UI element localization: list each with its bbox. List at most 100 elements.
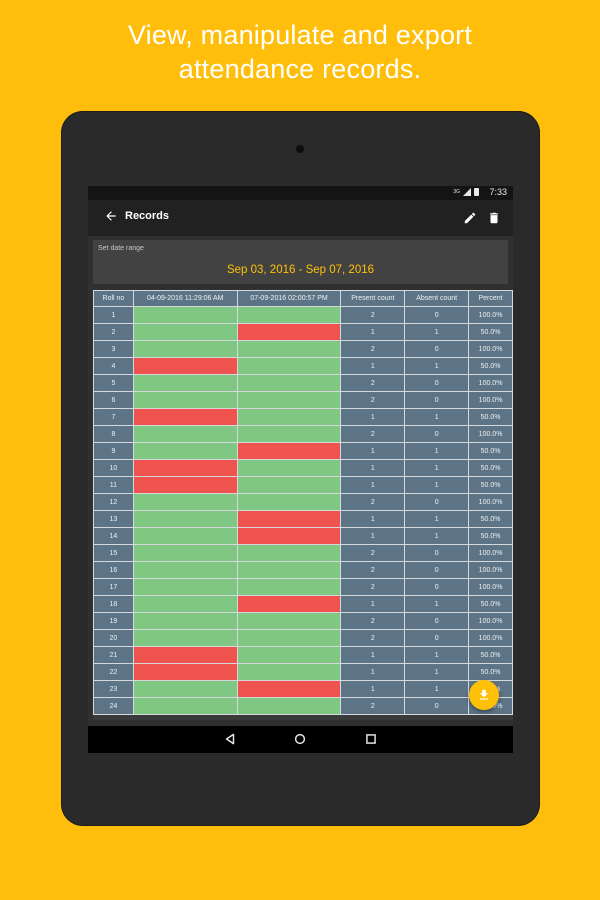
present-count-cell[interactable]: 1 — [340, 510, 406, 528]
session-2-status-cell[interactable] — [236, 425, 342, 443]
present-count-cell[interactable]: 1 — [340, 527, 406, 545]
edit-pencil-icon[interactable] — [463, 210, 477, 224]
present-count-cell[interactable]: 1 — [340, 459, 406, 477]
present-count-cell[interactable]: 1 — [340, 663, 406, 681]
session-2-status-cell[interactable] — [236, 510, 342, 528]
roll-no-cell[interactable]: 2 — [93, 323, 134, 341]
table-row[interactable]: 13 1 1 50.0% — [93, 510, 513, 528]
percent-cell[interactable]: 100.0% — [468, 493, 513, 511]
percent-cell[interactable]: 100.0% — [468, 578, 513, 596]
session-1-status-cell[interactable] — [132, 306, 238, 324]
table-row[interactable]: 14 1 1 50.0% — [93, 527, 513, 545]
roll-no-cell[interactable]: 19 — [93, 612, 134, 630]
back-arrow-icon[interactable] — [102, 209, 120, 227]
roll-no-cell[interactable]: 22 — [93, 663, 134, 681]
table-row[interactable]: 231150.0% — [93, 680, 513, 698]
roll-no-cell[interactable]: 14 — [93, 527, 134, 545]
roll-no-cell[interactable]: 13 — [93, 510, 134, 528]
percent-cell[interactable]: 100.0% — [468, 391, 513, 409]
session-2-status-cell[interactable] — [236, 442, 342, 460]
absent-count-cell[interactable]: 1 — [404, 663, 470, 681]
session-2-status-cell[interactable] — [236, 697, 342, 715]
table-row[interactable]: 7 1 1 50.0% — [93, 408, 513, 426]
session-2-status-cell[interactable] — [236, 612, 342, 630]
absent-count-cell[interactable]: 0 — [404, 306, 470, 324]
absent-count-cell[interactable]: 1 — [404, 459, 470, 477]
roll-no-cell[interactable]: 15 — [93, 544, 134, 562]
percent-cell[interactable]: 50.0% — [468, 510, 513, 528]
session-1-status-cell[interactable] — [132, 510, 238, 528]
absent-count-cell[interactable]: 1 — [404, 408, 470, 426]
table-row[interactable]: 9 1 1 50.0% — [93, 442, 513, 460]
header-absent-count[interactable]: Absent count — [404, 290, 470, 307]
session-2-status-cell[interactable] — [236, 544, 342, 562]
header-session-2[interactable]: 07-09-2016 02:00:57 PM — [236, 290, 342, 307]
absent-count-cell[interactable]: 1 — [404, 595, 470, 613]
session-1-status-cell[interactable] — [132, 323, 238, 341]
absent-count-cell[interactable]: 1 — [404, 442, 470, 460]
session-1-status-cell[interactable] — [132, 561, 238, 579]
nav-recents-square-icon[interactable] — [364, 732, 378, 746]
session-1-status-cell[interactable] — [132, 459, 238, 477]
absent-count-cell[interactable]: 0 — [404, 493, 470, 511]
table-row[interactable]: 15 2 0 100.0% — [93, 544, 513, 562]
delete-trash-icon[interactable] — [487, 210, 501, 224]
attendance-table-container[interactable]: Roll no 04-09-2016 11:29:06 AM 07-09-201… — [93, 290, 513, 720]
present-count-cell[interactable]: 2 — [340, 493, 406, 511]
present-count-cell[interactable]: 2 — [340, 306, 406, 324]
session-2-status-cell[interactable] — [236, 306, 342, 324]
roll-no-cell[interactable]: 24 — [93, 697, 134, 715]
percent-cell[interactable]: 100.0% — [468, 544, 513, 562]
table-row[interactable]: 3 2 0 100.0% — [93, 340, 513, 358]
session-2-status-cell[interactable] — [236, 663, 342, 681]
percent-cell[interactable]: 50.0% — [468, 442, 513, 460]
table-row[interactable]: 4 1 1 50.0% — [93, 357, 513, 375]
present-count-cell[interactable]: 2 — [340, 544, 406, 562]
table-row[interactable]: 11 1 1 50.0% — [93, 476, 513, 494]
roll-no-cell[interactable]: 11 — [93, 476, 134, 494]
absent-count-cell[interactable]: 0 — [404, 578, 470, 596]
table-row[interactable]: 5 2 0 100.0% — [93, 374, 513, 392]
date-range-value[interactable]: Sep 03, 2016 - Sep 07, 2016 — [93, 264, 508, 276]
roll-no-cell[interactable]: 3 — [93, 340, 134, 358]
nav-home-circle-icon[interactable] — [293, 732, 307, 746]
absent-count-cell[interactable]: 0 — [404, 697, 470, 715]
session-1-status-cell[interactable] — [132, 697, 238, 715]
session-1-status-cell[interactable] — [132, 340, 238, 358]
session-2-status-cell[interactable] — [236, 578, 342, 596]
header-roll-no[interactable]: Roll no — [93, 290, 134, 307]
session-2-status-cell[interactable] — [236, 408, 342, 426]
absent-count-cell[interactable]: 0 — [404, 374, 470, 392]
session-2-status-cell[interactable] — [236, 476, 342, 494]
session-2-status-cell[interactable] — [236, 680, 342, 698]
header-percent[interactable]: Percent — [468, 290, 513, 307]
present-count-cell[interactable]: 1 — [340, 595, 406, 613]
present-count-cell[interactable]: 2 — [340, 697, 406, 715]
export-fab[interactable] — [469, 680, 499, 710]
absent-count-cell[interactable]: 0 — [404, 612, 470, 630]
present-count-cell[interactable]: 2 — [340, 629, 406, 647]
absent-count-cell[interactable]: 1 — [404, 357, 470, 375]
session-2-status-cell[interactable] — [236, 646, 342, 664]
roll-no-cell[interactable]: 12 — [93, 493, 134, 511]
roll-no-cell[interactable]: 7 — [93, 408, 134, 426]
present-count-cell[interactable]: 1 — [340, 323, 406, 341]
date-range-card[interactable]: Set date range Sep 03, 2016 - Sep 07, 20… — [93, 240, 508, 284]
percent-cell[interactable]: 100.0% — [468, 374, 513, 392]
absent-count-cell[interactable]: 0 — [404, 561, 470, 579]
session-1-status-cell[interactable] — [132, 527, 238, 545]
percent-cell[interactable]: 50.0% — [468, 476, 513, 494]
table-row[interactable]: 10 1 1 50.0% — [93, 459, 513, 477]
percent-cell[interactable]: 50.0% — [468, 595, 513, 613]
roll-no-cell[interactable]: 1 — [93, 306, 134, 324]
roll-no-cell[interactable]: 17 — [93, 578, 134, 596]
table-row[interactable]: 18 1 1 50.0% — [93, 595, 513, 613]
session-1-status-cell[interactable] — [132, 476, 238, 494]
session-2-status-cell[interactable] — [236, 493, 342, 511]
session-2-status-cell[interactable] — [236, 340, 342, 358]
session-1-status-cell[interactable] — [132, 425, 238, 443]
session-1-status-cell[interactable] — [132, 680, 238, 698]
percent-cell[interactable]: 50.0% — [468, 527, 513, 545]
table-row[interactable]: 19 2 0 100.0% — [93, 612, 513, 630]
absent-count-cell[interactable]: 1 — [404, 476, 470, 494]
